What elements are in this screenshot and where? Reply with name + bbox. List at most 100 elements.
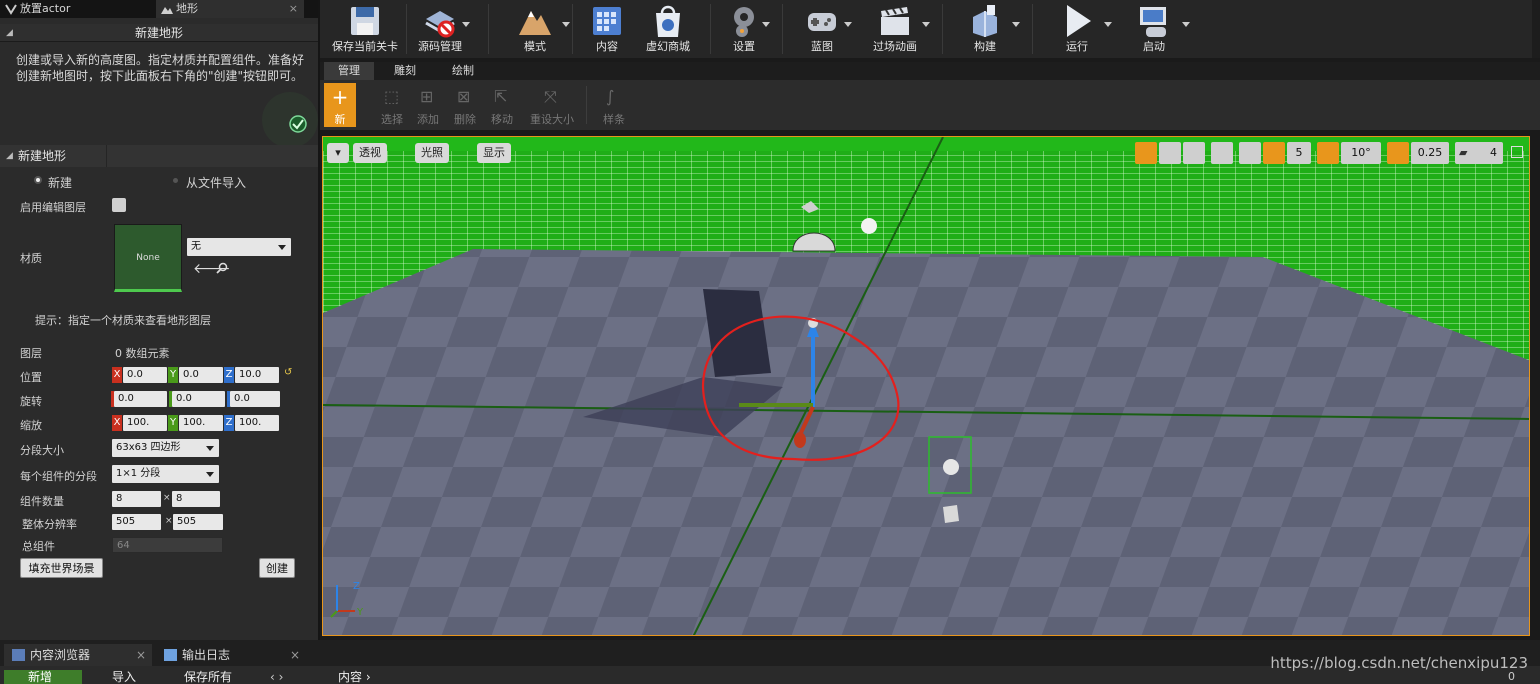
tab-content-browser[interactable]: 内容浏览器 × [4, 644, 152, 666]
translate-mode-icon[interactable] [1135, 142, 1157, 164]
rotation-y-field[interactable]: 0.0 [172, 391, 225, 407]
tab-paint[interactable]: 绘制 [438, 62, 488, 80]
material-thumbnail[interactable]: None [114, 224, 182, 292]
resolution-b-field[interactable]: 505 [173, 514, 223, 530]
radio-import[interactable] [173, 178, 178, 183]
surface-snap-icon[interactable] [1239, 142, 1261, 164]
tab-close-icon[interactable]: × [290, 644, 300, 666]
lit-button[interactable]: 光照 [415, 143, 449, 163]
new-landscape-section[interactable]: ◢ 新建地形 [0, 145, 318, 167]
launch-button[interactable]: 启动 [1118, 0, 1190, 58]
tab-sculpt[interactable]: 雕刻 [380, 62, 430, 80]
radio-new[interactable] [34, 176, 42, 184]
rotation-x-field[interactable]: 0.0 [114, 391, 167, 407]
reset-to-default-icon[interactable]: ↺ [284, 367, 292, 378]
new-landscape-header[interactable]: ◢ 新建地形 [0, 24, 318, 42]
perspective-button[interactable]: 透视 [353, 143, 387, 163]
world-local-icon[interactable] [1211, 142, 1233, 164]
material-dropdown[interactable]: 无 [187, 238, 291, 256]
tab-landscape[interactable]: 地形 × [156, 0, 304, 18]
sun-light-icon [861, 218, 877, 234]
layers-label: 图层 [20, 347, 42, 360]
scale-snap-value[interactable]: 0.25 [1411, 142, 1449, 164]
rotate-mode-icon[interactable] [1159, 142, 1181, 164]
add-new-button[interactable]: 新增 [4, 670, 82, 684]
tab-close-icon[interactable]: × [289, 0, 298, 18]
content-button[interactable]: 内容 [582, 0, 632, 58]
modes-caret-icon[interactable] [562, 22, 570, 27]
build-button[interactable]: 构建 [950, 0, 1020, 58]
save-level-button[interactable]: 保存当前关卡 [326, 0, 404, 58]
history-nav[interactable]: ‹ › [270, 670, 283, 684]
save-all-button[interactable]: 保存所有 [166, 670, 232, 684]
marketplace-button[interactable]: 虚幻商城 [636, 0, 700, 58]
launch-caret-icon[interactable] [1182, 22, 1190, 27]
location-y-field[interactable]: 0.0 [179, 367, 223, 383]
blueprint-button[interactable]: 蓝图 [792, 0, 852, 58]
cinematics-button[interactable]: 过场动画 [860, 0, 930, 58]
tool-resize[interactable]: ⤧ 重设大小 [530, 83, 574, 127]
component-count-a-field[interactable]: 8 [112, 491, 161, 507]
rotation-snap-value[interactable]: 10° [1341, 142, 1381, 164]
panel-tabbar: 放置actor 地形 × [0, 0, 318, 18]
player-start-icon [943, 459, 959, 475]
resolution-a-field[interactable]: 505 [112, 514, 161, 530]
browse-search-icon[interactable] [216, 262, 229, 275]
location-x-field[interactable]: 0.0 [123, 367, 167, 383]
section-size-dropdown[interactable]: 63x63 四边形 [112, 439, 219, 457]
component-count-b-field[interactable]: 8 [172, 491, 220, 507]
scale-mode-icon[interactable] [1183, 142, 1205, 164]
tool-new[interactable]: + 新 [324, 83, 356, 127]
rotation-label: 旋转 [20, 395, 42, 408]
source-control-button[interactable]: 源码管理 [410, 0, 470, 58]
location-z-field[interactable]: 10.0 [235, 367, 279, 383]
play-button[interactable]: 运行 [1042, 0, 1112, 58]
toolbar-separator [1032, 4, 1033, 54]
create-button[interactable]: 创建 [259, 558, 295, 578]
rotation-x-value: 0.0 [118, 393, 134, 404]
cinematics-caret-icon[interactable] [922, 22, 930, 27]
settings-caret-icon[interactable] [762, 22, 770, 27]
scale-y-field[interactable]: 100. [179, 415, 223, 431]
camera-speed-control[interactable]: ▰ 4 [1455, 142, 1503, 164]
show-label: 显示 [483, 146, 505, 159]
times-sign: × [163, 493, 171, 503]
scale-x-field[interactable]: 100. [123, 415, 167, 431]
play-caret-icon[interactable] [1104, 22, 1112, 27]
tab-place-actor[interactable]: 放置actor [0, 0, 150, 18]
path-breadcrumb[interactable]: 内容 › [318, 670, 371, 684]
tool-spline[interactable]: ∫ 样条 [594, 83, 634, 127]
maximize-viewport-icon[interactable] [1511, 146, 1523, 158]
show-button[interactable]: 显示 [477, 143, 511, 163]
tab-close-icon[interactable]: × [136, 644, 146, 666]
sections-per-component-value: 1×1 分段 [116, 468, 161, 479]
modes-button[interactable]: 模式 [500, 0, 570, 58]
toolbar-separator [572, 4, 573, 54]
fill-world-button[interactable]: 填充世界场景 [20, 558, 103, 578]
build-caret-icon[interactable] [1012, 22, 1020, 27]
layers-value: 0 数组元素 [115, 347, 170, 360]
grid-snap-icon[interactable] [1263, 142, 1285, 164]
blueprint-caret-icon[interactable] [844, 22, 852, 27]
tab-output-log[interactable]: 输出日志 × [156, 644, 306, 666]
viewport-options-button[interactable]: ▾ [327, 143, 349, 163]
tab-manage[interactable]: 管理 [324, 62, 374, 80]
rotation-snap-icon[interactable] [1317, 142, 1339, 164]
save-level-label: 保存当前关卡 [332, 40, 398, 53]
level-viewport[interactable]: Z Y ▾ 透视 光照 显示 5 10° 0.25 ▰ 4 [322, 136, 1530, 636]
scale-snap-icon[interactable] [1387, 142, 1409, 164]
enable-edit-layers-checkbox[interactable] [112, 198, 126, 212]
grid-snap-value[interactable]: 5 [1287, 142, 1311, 164]
settings-button[interactable]: 设置 [718, 0, 770, 58]
tool-move[interactable]: ⇱ 移动 [482, 83, 522, 127]
scale-z-field[interactable]: 100. [235, 415, 279, 431]
import-button[interactable]: 导入 [94, 670, 136, 684]
scale-z-value: 100. [239, 417, 262, 428]
material-label: 材质 [20, 252, 42, 265]
rotation-z-field[interactable]: 0.0 [230, 391, 280, 407]
sections-per-component-dropdown[interactable]: 1×1 分段 [112, 465, 219, 483]
scale-x-value: 100. [127, 417, 150, 428]
toolbar-scrollbar[interactable] [1532, 0, 1540, 58]
source-control-caret-icon[interactable] [462, 22, 470, 27]
radio-import-label: 从文件导入 [186, 176, 247, 190]
